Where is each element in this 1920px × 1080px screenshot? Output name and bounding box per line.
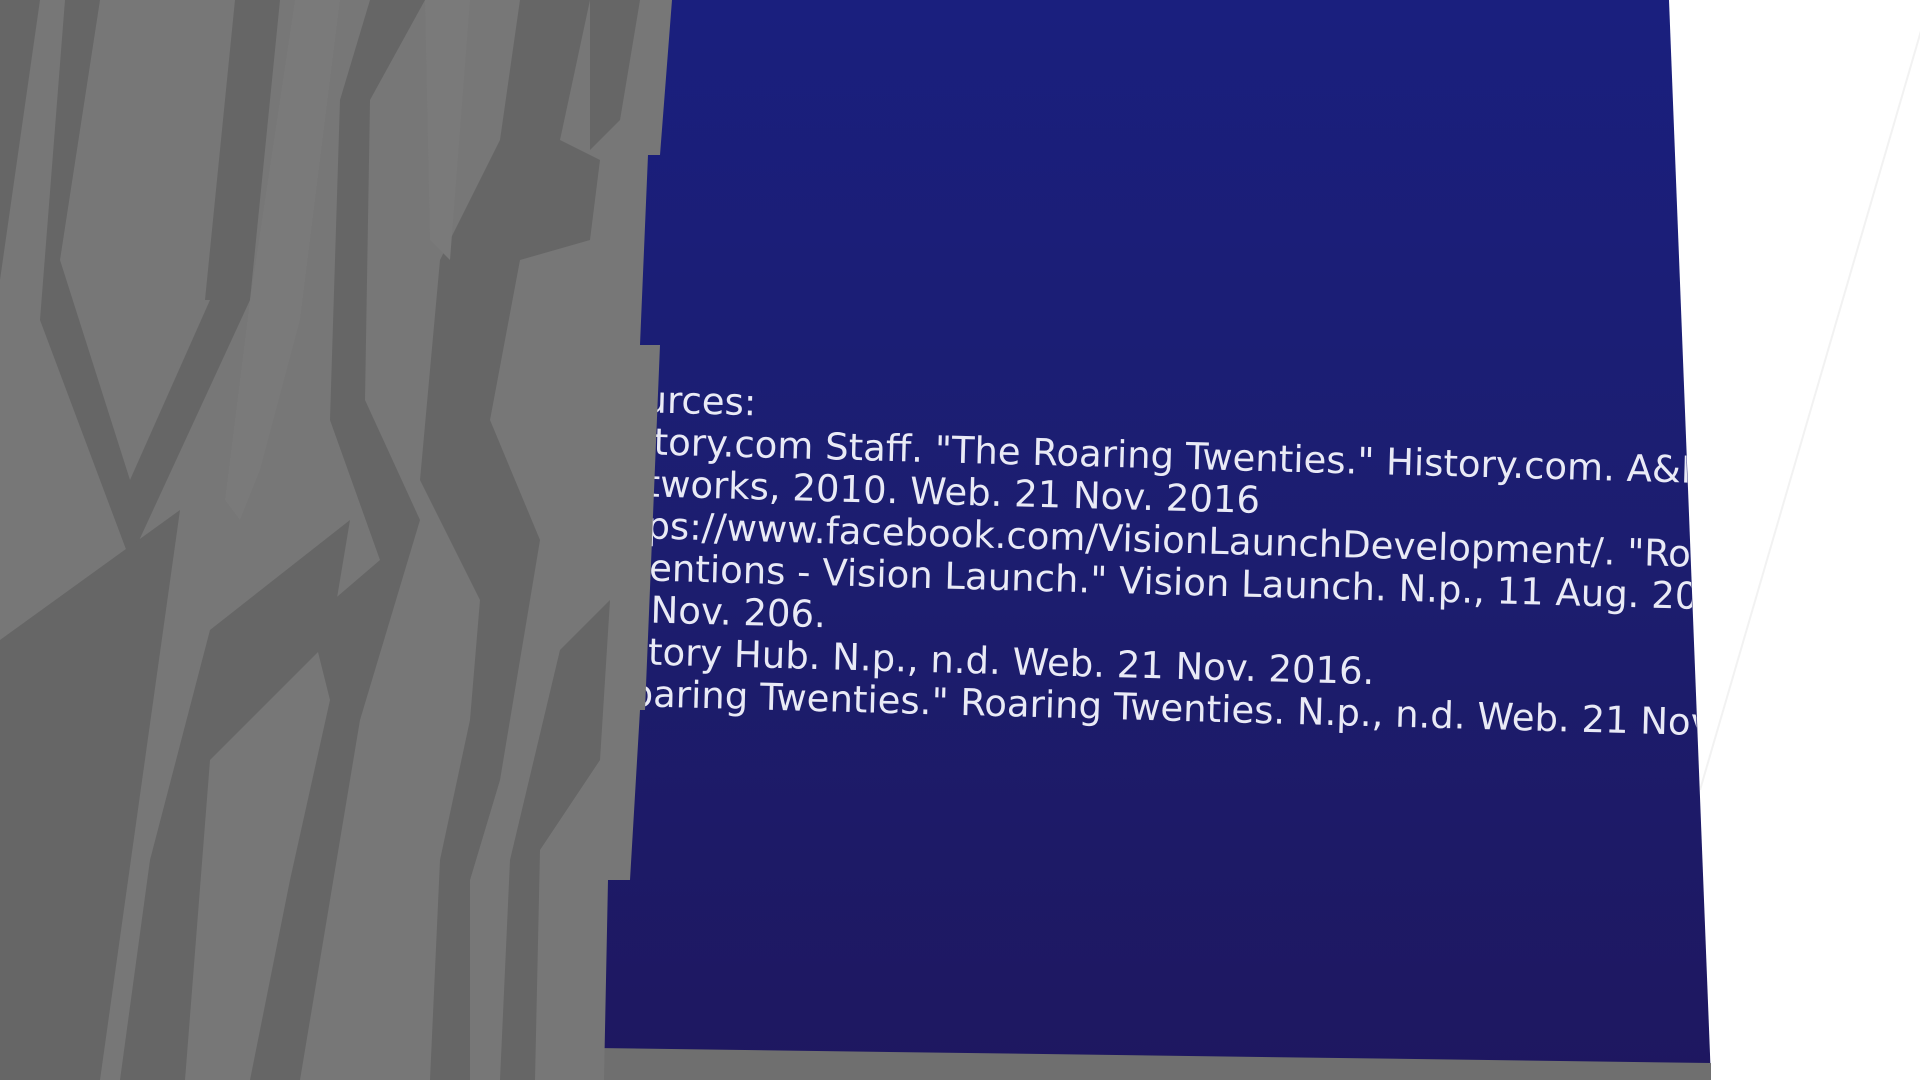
left-wall bbox=[0, 0, 672, 1080]
scene: Sources: History.com Staff. "The Roaring… bbox=[0, 0, 1920, 1080]
